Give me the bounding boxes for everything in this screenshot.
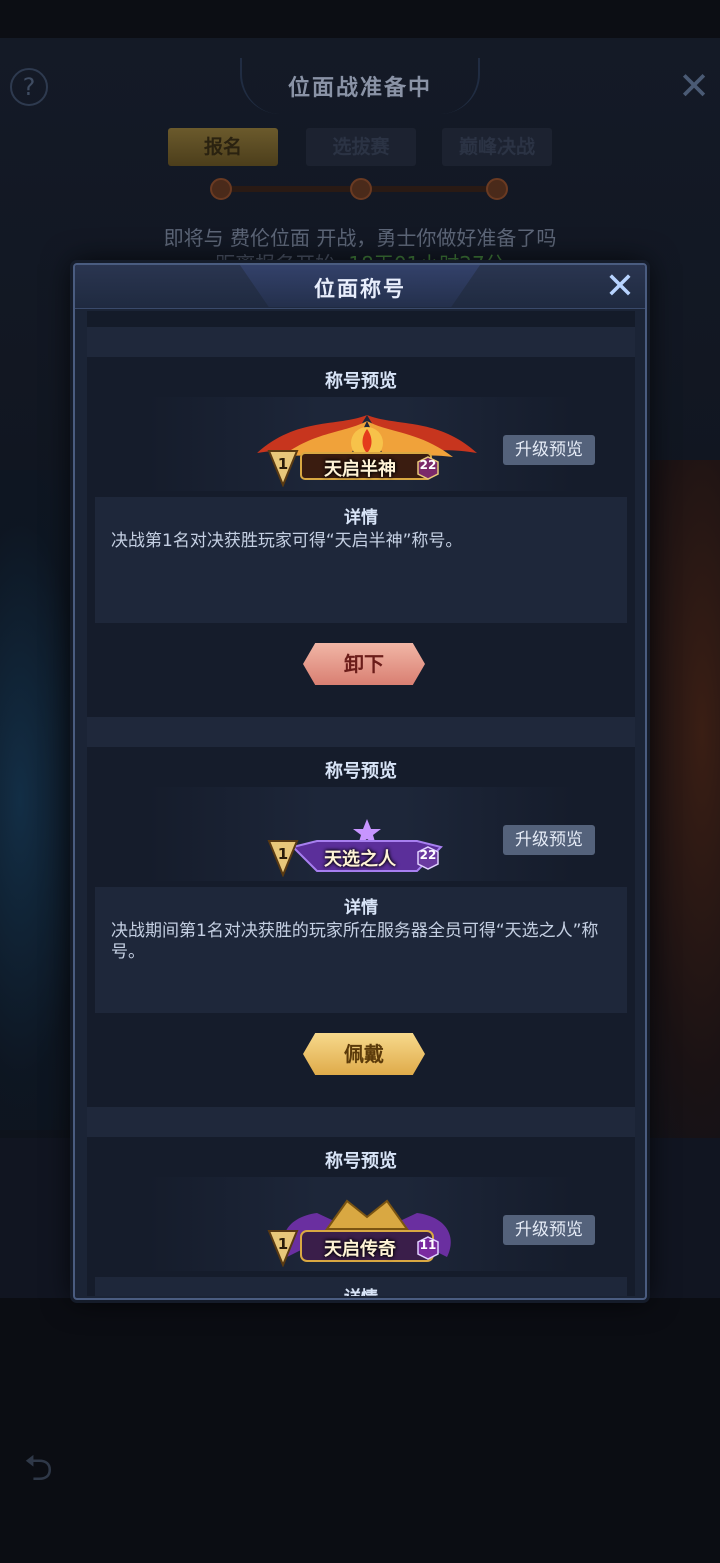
modal-header: 位面称号 ✕	[75, 265, 645, 309]
card-gap	[87, 1107, 635, 1137]
title-modal: 位面称号 ✕ 称号预览 1 天启半神 22 升级预览 详情 决战第1名对决获胜玩…	[73, 263, 647, 1300]
upgrade-preview-button[interactable]: 升级预览	[503, 1215, 595, 1245]
badge-rank: 1	[277, 1235, 289, 1253]
stage-tab-final[interactable]: 巅峰决战	[442, 128, 552, 166]
title-list[interactable]: 称号预览 1 天启半神 22 升级预览 详情 决战第1名对决获胜玩家可得“天启半…	[85, 311, 635, 1296]
badge-name: 天启半神	[324, 459, 396, 480]
detail-heading: 详情	[344, 508, 378, 528]
background-close-icon[interactable]: ✕	[674, 66, 714, 106]
badge-name: 天选之人	[324, 849, 396, 870]
card-gap	[87, 327, 635, 357]
upgrade-preview-button[interactable]: 升级预览	[503, 825, 595, 855]
detail-heading: 详情	[344, 898, 378, 918]
battle-notice: 即将与 费伦位面 开战，勇士你做好准备了吗	[163, 226, 557, 250]
badge-level: 11	[419, 1238, 437, 1252]
title-badge: 1 天启半神 22	[257, 407, 477, 487]
badge-rank: 1	[277, 455, 289, 473]
detail-box: 详情 决战第1名对决获胜玩家可得“天启半神”称号。	[95, 497, 627, 623]
title-card: 称号预览 1 天启传奇 11 升级预览 详情	[87, 1137, 635, 1296]
modal-title: 位面称号	[314, 276, 406, 301]
preview-heading: 称号预览	[325, 761, 397, 782]
background-title: 位面战准备中	[287, 75, 432, 101]
unequip-button[interactable]: 卸下	[303, 643, 425, 685]
card-gap	[87, 717, 635, 747]
stage-tab-selection[interactable]: 选拔赛	[306, 128, 416, 166]
stage-dot	[350, 178, 372, 200]
title-card: 称号预览 1 天选之人 22 升级预览 详情 决战期间第1名对决获胜的玩家所在服…	[87, 747, 635, 1107]
stage-dot	[210, 178, 232, 200]
badge-level: 22	[419, 458, 437, 472]
status-bar	[0, 0, 720, 38]
preview-heading: 称号预览	[325, 1151, 397, 1172]
upgrade-preview-button[interactable]: 升级预览	[503, 435, 595, 465]
detail-text: 决战期间第1名对决获胜的玩家所在服务器全员可得“天选之人”称号。	[111, 921, 599, 962]
badge-level: 22	[419, 848, 437, 862]
back-arrow-icon[interactable]: ⮌	[24, 1442, 78, 1489]
detail-heading: 详情	[95, 1283, 627, 1296]
stage-dot	[486, 178, 508, 200]
detail-box: 详情 决战期间第1名对决获胜的玩家所在服务器全员可得“天选之人”称号。	[95, 887, 627, 1013]
title-card: 称号预览 1 天启半神 22 升级预览 详情 决战第1名对决获胜玩家可得“天启半…	[87, 357, 635, 717]
badge-name: 天启传奇	[324, 1239, 396, 1260]
title-badge: 1 天启传奇 11	[257, 1187, 477, 1267]
detail-text: 决战第1名对决获胜玩家可得“天启半神”称号。	[111, 531, 463, 551]
preview-heading: 称号预览	[325, 371, 397, 392]
badge-rank: 1	[277, 845, 289, 863]
list-top-strip	[87, 311, 635, 327]
detail-box: 详情	[95, 1277, 627, 1296]
stage-tab-signup[interactable]: 报名	[168, 128, 278, 166]
equip-button[interactable]: 佩戴	[303, 1033, 425, 1075]
modal-close-icon[interactable]: ✕	[599, 267, 641, 309]
footer-bar	[0, 1298, 720, 1563]
title-badge: 1 天选之人 22	[257, 797, 477, 877]
